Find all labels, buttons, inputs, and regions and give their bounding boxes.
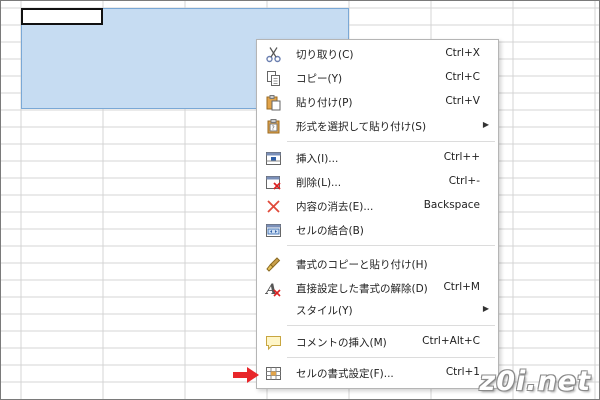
menu-item-shortcut: Ctrl+1 xyxy=(445,366,480,378)
menu-item-label: コピー(Y) xyxy=(296,73,343,85)
comment-icon xyxy=(265,334,282,351)
menu-item-clear-contents[interactable]: 内容の消去(E)... Backspace xyxy=(257,195,498,217)
format-cells-icon xyxy=(265,365,282,382)
active-cell[interactable] xyxy=(21,8,103,25)
menu-item-clone-formatting[interactable]: 書式のコピーと貼り付け(H) xyxy=(257,253,498,275)
menu-item-label: 直接設定した書式の解除(D) xyxy=(296,283,428,295)
menu-item-label: 書式のコピーと貼り付け(H) xyxy=(296,259,428,271)
insert-cells-icon xyxy=(265,150,282,167)
menu-item-label: 内容の消去(E)... xyxy=(296,201,374,213)
menu-item-label: 形式を選択して貼り付け(S) xyxy=(296,121,427,133)
menu-item-label: 挿入(I)... xyxy=(296,153,339,165)
menu-item-shortcut: Ctrl++ xyxy=(443,151,480,163)
menu-item-label: スタイル(Y) xyxy=(296,305,353,317)
context-menu: 切り取り(C) Ctrl+X コピー(Y) Ctrl+C 貼り付け(P) Ctr… xyxy=(256,39,499,389)
menu-separator xyxy=(287,325,495,326)
menu-item-insert[interactable]: 挿入(I)... Ctrl++ xyxy=(257,147,498,169)
red-arrow-icon xyxy=(233,367,259,383)
menu-item-cut[interactable]: 切り取り(C) Ctrl+X xyxy=(257,43,498,65)
copy-icon xyxy=(265,70,282,87)
menu-item-label: セルの書式設定(F)... xyxy=(296,368,394,380)
menu-item-shortcut: Ctrl+C xyxy=(445,71,480,83)
menu-item-shortcut: Ctrl+V xyxy=(445,95,480,107)
delete-cells-icon xyxy=(265,174,282,191)
menu-item-label: セルの結合(B) xyxy=(296,225,364,237)
menu-item-clear-direct-formatting[interactable]: A 直接設定した書式の解除(D) Ctrl+M xyxy=(257,277,498,299)
clone-formatting-icon xyxy=(265,256,282,273)
merge-cells-icon xyxy=(265,222,282,239)
menu-item-format-cells[interactable]: セルの書式設定(F)... Ctrl+1 xyxy=(257,362,498,384)
menu-item-shortcut: Ctrl+Alt+C xyxy=(422,335,480,347)
menu-item-delete[interactable]: 削除(L)... Ctrl+- xyxy=(257,171,498,193)
menu-item-label: 削除(L)... xyxy=(296,177,342,189)
menu-separator xyxy=(287,357,495,358)
menu-separator xyxy=(287,245,495,246)
menu-item-insert-comment[interactable]: コメントの挿入(M) Ctrl+Alt+C xyxy=(257,331,498,353)
menu-item-shortcut: Ctrl+- xyxy=(448,175,480,187)
submenu-arrow-icon: ▶ xyxy=(482,120,489,129)
menu-item-shortcut: Ctrl+M xyxy=(443,281,480,293)
submenu-arrow-icon: ▶ xyxy=(482,304,489,313)
menu-separator xyxy=(287,141,495,142)
menu-item-copy[interactable]: コピー(Y) Ctrl+C xyxy=(257,67,498,89)
clear-contents-icon xyxy=(265,198,282,215)
spreadsheet-window: 切り取り(C) Ctrl+X コピー(Y) Ctrl+C 貼り付け(P) Ctr… xyxy=(0,0,600,400)
paste-special-icon: ? xyxy=(265,118,282,135)
menu-item-label: 切り取り(C) xyxy=(296,49,354,61)
menu-item-label: コメントの挿入(M) xyxy=(296,337,387,349)
clear-formatting-icon: A xyxy=(264,280,282,298)
menu-item-label: 貼り付け(P) xyxy=(296,97,353,109)
menu-item-merge-cells[interactable]: セルの結合(B) xyxy=(257,219,498,241)
scissors-icon xyxy=(265,46,282,63)
svg-text:?: ? xyxy=(272,125,275,132)
menu-item-paste[interactable]: 貼り付け(P) Ctrl+V xyxy=(257,91,498,113)
paste-icon xyxy=(265,94,282,111)
menu-item-paste-special[interactable]: ? 形式を選択して貼り付け(S) ▶ xyxy=(257,115,498,137)
menu-item-shortcut: Backspace xyxy=(423,199,480,211)
menu-item-shortcut: Ctrl+X xyxy=(445,47,480,59)
menu-item-styles[interactable]: スタイル(Y) ▶ xyxy=(257,299,498,321)
watermark: z0i.net xyxy=(479,366,591,397)
